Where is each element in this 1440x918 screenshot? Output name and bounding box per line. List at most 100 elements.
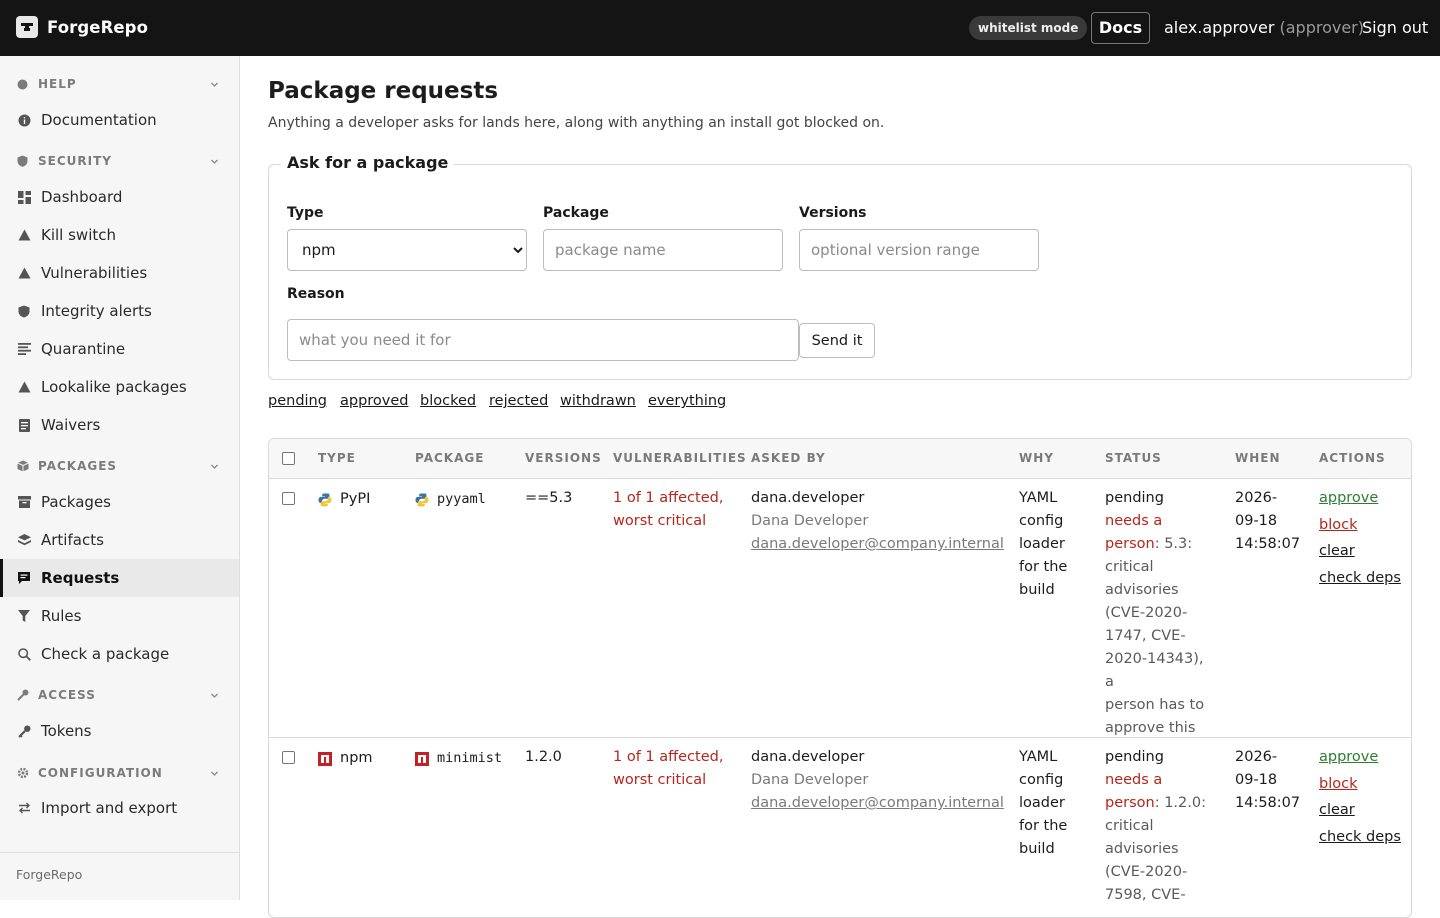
status-value: pending (1105, 749, 1164, 765)
vulnerabilities-cell[interactable]: 1 of 1 affected, worst critical (613, 746, 738, 792)
filter-rejected[interactable]: rejected (489, 393, 548, 409)
user-name: alex.approver (1164, 18, 1275, 37)
type-cell: PyPI (318, 488, 370, 511)
status-detail: : 1.2.0: (1154, 795, 1206, 811)
section-configuration[interactable]: CONFIGURATION (0, 762, 240, 784)
status-detail: 7598, CVE- (1105, 887, 1186, 903)
filter-pending[interactable]: pending (268, 393, 327, 409)
status-detail: critical (1105, 818, 1154, 834)
section-packages[interactable]: PACKAGES (0, 455, 240, 477)
section-access[interactable]: ACCESS (0, 684, 240, 706)
package-name[interactable]: pyyaml (437, 488, 486, 511)
section-security[interactable]: SECURITY (0, 150, 240, 172)
clear-link[interactable]: clear (1319, 797, 1401, 824)
when-line: 14:58:07 (1235, 795, 1301, 811)
status-detail: : 5.3: (1154, 536, 1193, 552)
sidebar-item-lookalike-packages[interactable]: Lookalike packages (0, 368, 239, 406)
when-line: 09-18 (1235, 513, 1278, 529)
package-name[interactable]: minimist (437, 747, 502, 770)
approve-link[interactable]: approve (1319, 744, 1401, 771)
sign-out-link[interactable]: Sign out (1362, 17, 1428, 39)
asked-email-link[interactable]: dana.developer@company.internal (751, 533, 1004, 556)
block-link[interactable]: block (1319, 512, 1401, 539)
sidebar-item-label: Waivers (41, 416, 101, 434)
asked-name: Dana Developer (751, 772, 869, 788)
check-deps-link[interactable]: check deps (1319, 565, 1401, 592)
sidebar-item-packages[interactable]: Packages (0, 483, 239, 521)
sidebar-item-vulnerabilities[interactable]: Vulnerabilities (0, 254, 239, 292)
section-label: CONFIGURATION (38, 766, 163, 780)
shield-icon (17, 155, 31, 167)
search-icon (17, 647, 31, 661)
sidebar-item-requests[interactable]: Requests (0, 559, 239, 597)
sidebar-item-label: Check a package (41, 645, 170, 663)
sidebar-item-label: Vulnerabilities (41, 264, 148, 282)
sidebar-item-import-export[interactable]: Import and export (0, 789, 239, 827)
col-status: STATUS (1105, 451, 1162, 465)
why-line: loader (1019, 795, 1065, 811)
block-link[interactable]: block (1319, 771, 1401, 798)
clear-link[interactable]: clear (1319, 538, 1401, 565)
chevron-down-icon (210, 767, 219, 781)
sidebar-item-label: Dashboard (41, 188, 123, 206)
message-icon (17, 571, 31, 585)
type-label: Type (287, 205, 324, 221)
sidebar-item-artifacts[interactable]: Artifacts (0, 521, 239, 559)
why-line: build (1019, 841, 1055, 857)
send-button[interactable]: Send it (799, 323, 875, 358)
sidebar-item-rules[interactable]: Rules (0, 597, 239, 635)
type-label: PyPI (340, 491, 371, 507)
package-input[interactable] (543, 229, 783, 271)
info-icon (17, 113, 31, 127)
select-all-checkbox[interactable] (282, 452, 295, 465)
sidebar-item-label: Rules (41, 607, 82, 625)
dashboard-icon (17, 190, 31, 204)
when-cell: 2026- 09-18 14:58:07 (1235, 746, 1305, 815)
status-value: pending (1105, 490, 1164, 506)
when-line: 14:58:07 (1235, 536, 1301, 552)
status-need: needs a (1105, 513, 1163, 529)
row-checkbox[interactable] (282, 492, 295, 505)
filter-approved[interactable]: approved (340, 393, 409, 409)
sidebar-item-check-package[interactable]: Check a package (0, 635, 239, 673)
table-row: PyPI pyyaml ==5.3 1 of 1 affected, worst… (269, 479, 1411, 737)
vulnerabilities-cell[interactable]: 1 of 1 affected, worst critical (613, 487, 738, 533)
user-role: (approver) (1279, 18, 1364, 37)
docs-button[interactable]: Docs (1091, 12, 1150, 44)
when-line: 09-18 (1235, 772, 1278, 788)
why-line: build (1019, 582, 1055, 598)
asked-user: dana.developer (751, 490, 865, 506)
filter-blocked[interactable]: blocked (420, 393, 476, 409)
asked-email-link[interactable]: dana.developer@company.internal (751, 792, 1004, 815)
type-select[interactable]: npm (287, 229, 527, 271)
section-help[interactable]: HELP (0, 73, 240, 95)
warning-icon (17, 380, 31, 394)
approve-link[interactable]: approve (1319, 485, 1401, 512)
sidebar-item-tokens[interactable]: Tokens (0, 712, 239, 750)
ask-package-form: Ask for a package Type npm Package Versi… (268, 153, 1412, 380)
filter-everything[interactable]: everything (648, 393, 726, 409)
sidebar-item-documentation[interactable]: Documentation (0, 101, 239, 139)
versions-input[interactable] (799, 229, 1039, 271)
swap-arrows-icon (17, 801, 31, 815)
sidebar-item-kill-switch[interactable]: Kill switch (0, 216, 239, 254)
filter-withdrawn[interactable]: withdrawn (560, 393, 636, 409)
col-when: WHEN (1235, 451, 1281, 465)
sidebar-item-label: Kill switch (41, 226, 116, 244)
sidebar-item-dashboard[interactable]: Dashboard (0, 178, 239, 216)
sidebar-item-waivers[interactable]: Waivers (0, 406, 239, 444)
shield-icon (17, 304, 31, 318)
sidebar-item-quarantine[interactable]: Quarantine (0, 330, 239, 368)
asked-by-cell: dana.developer Dana Developer dana.devel… (751, 487, 1004, 556)
sidebar-item-label: Import and export (41, 799, 178, 817)
table-row: npm minimist 1.2.0 1 of 1 affected, wors… (269, 738, 1411, 917)
brand[interactable]: ForgeRepo (16, 16, 148, 38)
row-checkbox[interactable] (282, 751, 295, 764)
why-line: for the (1019, 818, 1068, 834)
sidebar-item-integrity-alerts[interactable]: Integrity alerts (0, 292, 239, 330)
col-asked-by: ASKED BY (751, 451, 826, 465)
package-cell: minimist (415, 747, 502, 770)
reason-input[interactable] (287, 319, 799, 361)
check-deps-link[interactable]: check deps (1319, 824, 1401, 851)
status-detail: person has to (1105, 697, 1205, 713)
